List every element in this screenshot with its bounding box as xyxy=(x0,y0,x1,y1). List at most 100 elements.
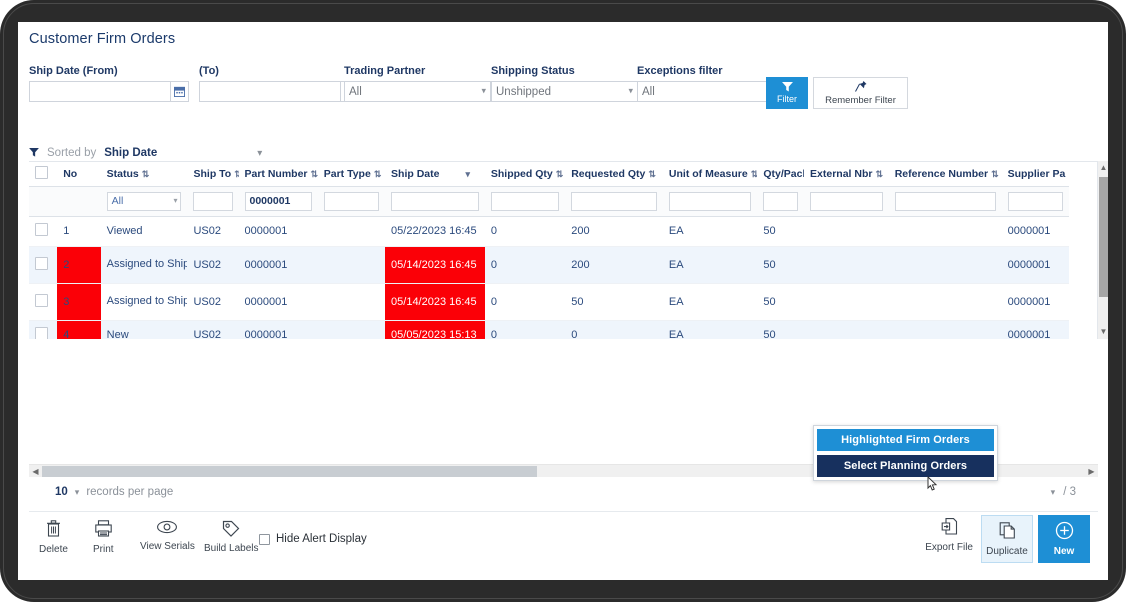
row-select-checkbox[interactable] xyxy=(35,327,48,339)
col-header-external-nbr[interactable]: External Nbr ⇅ xyxy=(804,162,889,187)
export-file-icon xyxy=(940,517,959,541)
col-header-reference-number[interactable]: Reference Number ⇅ xyxy=(888,162,1002,187)
chevron-down-icon[interactable]: ▾ xyxy=(257,148,262,159)
page-title: Customer Firm Orders xyxy=(29,31,176,47)
trading-partner-select[interactable]: All ▾ xyxy=(344,81,491,102)
cell-external-nbr xyxy=(804,216,889,247)
hide-alert-display-option[interactable]: Hide Alert Display xyxy=(259,533,367,545)
scroll-down-icon[interactable]: ▼ xyxy=(1098,325,1108,339)
cell-ship-date: 05/22/2023 16:45 xyxy=(385,216,485,247)
filter-external-nbr-input[interactable] xyxy=(810,191,883,211)
filter-shipped-qty-input[interactable] xyxy=(490,191,560,211)
chevron-down-icon: ▾ xyxy=(173,195,178,205)
row-select-checkbox[interactable] xyxy=(35,256,48,270)
exceptions-filter-select[interactable]: All ▾ xyxy=(637,81,784,102)
scroll-left-icon[interactable]: ◀ xyxy=(29,465,42,478)
export-file-button[interactable]: Export File xyxy=(925,517,973,553)
orders-table-container: No Status⇅ Ship To⇅ Part Number⇅ Part Ty… xyxy=(29,161,1098,339)
filter-qty-pack-input[interactable] xyxy=(763,191,799,211)
horizontal-scroll-thumb[interactable] xyxy=(42,466,537,477)
col-header-no[interactable]: No xyxy=(57,162,101,187)
build-labels-button[interactable]: Build Labels xyxy=(204,519,258,554)
cell-shipped-qty: 0 xyxy=(484,246,566,284)
remember-filter-button[interactable]: Remember Filter xyxy=(813,77,908,109)
column-filter-row: All ▾ 0000001 xyxy=(29,186,1069,217)
col-header-qty-pack[interactable]: Qty/Pack⇅ xyxy=(757,162,805,187)
cell-reference-number xyxy=(888,320,1002,339)
cell-requested-qty: 50 xyxy=(565,283,663,321)
shipping-status-field: Shipping Status Unshipped ▾ xyxy=(491,65,641,102)
filter-ship-to-input[interactable] xyxy=(193,191,233,211)
filter-part-type-input[interactable] xyxy=(323,191,380,211)
row-select-cell xyxy=(29,320,58,339)
col-header-ship-date[interactable]: Ship Date ▾ xyxy=(385,162,485,187)
table-row[interactable]: 1 Viewed US02 0000001 05/22/2023 16:45 0 200 EA… xyxy=(29,216,1069,247)
scroll-right-icon[interactable]: ▶ xyxy=(1085,465,1098,478)
chevron-down-icon[interactable]: ▾ xyxy=(1051,487,1056,498)
sort-icon: ⇅ xyxy=(141,168,150,179)
duplicate-button[interactable]: Duplicate xyxy=(981,515,1033,563)
cell-status: New xyxy=(100,320,188,339)
print-button[interactable]: Print xyxy=(93,519,114,555)
filter-unit-input[interactable] xyxy=(668,191,752,211)
menu-item-select-planning-orders[interactable]: Select Planning Orders xyxy=(817,455,994,477)
cell-reference-number xyxy=(888,216,1002,247)
shipping-status-select[interactable]: Unshipped ▾ xyxy=(491,81,638,102)
vertical-scroll-thumb[interactable] xyxy=(1099,177,1108,297)
row-select-checkbox[interactable] xyxy=(35,223,48,236)
filter-status-select[interactable]: All ▾ xyxy=(106,191,182,211)
table-header: No Status⇅ Ship To⇅ Part Number⇅ Part Ty… xyxy=(29,162,1069,187)
col-header-part-type[interactable]: Part Type ⇅ xyxy=(317,162,386,187)
filter-cell-supplier xyxy=(1001,186,1069,217)
col-label-requested-qty: Requested Qty xyxy=(571,167,646,180)
sort-icon: ⇅ xyxy=(648,168,656,179)
filter-reference-input[interactable] xyxy=(894,191,996,211)
col-header-status[interactable]: Status ⇅ xyxy=(100,162,188,187)
ship-date-to-label: (To) xyxy=(199,65,219,77)
table-row[interactable]: 2Assigned to ShipmentUS02000000105/14/20… xyxy=(29,246,1069,284)
ship-date-from-label: Ship Date (From) xyxy=(29,65,118,77)
table-row[interactable]: 3Assigned to ShipmentUS02000000105/14/20… xyxy=(29,283,1069,321)
funnel-icon[interactable] xyxy=(29,144,39,162)
row-select-checkbox[interactable] xyxy=(35,293,48,307)
cell-part-number: 0000001 xyxy=(238,283,318,321)
cell-shipped-qty: 0 xyxy=(484,216,566,247)
cell-unit-of-measure: EA xyxy=(662,320,758,339)
filter-supplier-input[interactable] xyxy=(1007,191,1063,211)
col-header-supplier-part[interactable]: Supplier Pa xyxy=(1001,162,1069,187)
scroll-up-icon[interactable]: ▲ xyxy=(1098,161,1108,175)
calendar-icon[interactable] xyxy=(170,81,189,102)
delete-button[interactable]: Delete xyxy=(39,519,68,555)
col-header-unit-of-measure[interactable]: Unit of Measure⇅ xyxy=(662,162,758,187)
row-select-cell xyxy=(29,246,58,284)
new-button[interactable]: New xyxy=(1038,515,1090,563)
new-label: New xyxy=(1053,546,1075,557)
col-header-requested-qty[interactable]: Requested Qty ⇅ xyxy=(565,162,663,187)
select-all-checkbox[interactable] xyxy=(35,165,48,179)
cell-external-nbr xyxy=(804,283,889,321)
ship-date-from-input[interactable] xyxy=(29,81,170,102)
remember-filter-label: Remember Filter xyxy=(825,95,896,106)
col-header-ship-to[interactable]: Ship To⇅ xyxy=(187,162,239,187)
col-label-ship-date: Ship Date xyxy=(391,167,440,180)
filter-requested-qty-input[interactable] xyxy=(571,191,657,211)
hide-alert-display-checkbox[interactable] xyxy=(259,533,270,545)
sort-icon: ⇅ xyxy=(234,169,238,179)
table-vertical-scrollbar[interactable]: ▲ ▼ xyxy=(1097,161,1108,339)
col-header-part-number[interactable]: Part Number ⇅ xyxy=(238,162,318,187)
duplicate-label: Duplicate xyxy=(986,546,1028,557)
view-serials-button[interactable]: View Serials xyxy=(140,519,195,552)
cell-status: Viewed xyxy=(100,216,188,247)
ship-date-to-input[interactable] xyxy=(199,81,340,102)
menu-item-highlighted-firm-orders[interactable]: Highlighted Firm Orders xyxy=(817,429,994,451)
filter-button[interactable]: Filter xyxy=(766,77,808,109)
chevron-down-icon[interactable]: ▾ xyxy=(75,487,80,498)
sort-icon: ⇅ xyxy=(310,168,318,179)
tag-icon xyxy=(221,519,241,542)
sort-icon: ⇅ xyxy=(751,169,758,179)
col-header-shipped-qty[interactable]: Shipped Qty ⇅ xyxy=(484,162,566,187)
filter-part-number-input[interactable]: 0000001 xyxy=(244,191,312,211)
table-row[interactable]: 4 New US02 0000001 05/05/2023 15:13 0 0 EA 50 000… xyxy=(29,320,1069,339)
cell-external-nbr xyxy=(804,246,889,284)
filter-ship-date-input[interactable] xyxy=(391,191,479,211)
